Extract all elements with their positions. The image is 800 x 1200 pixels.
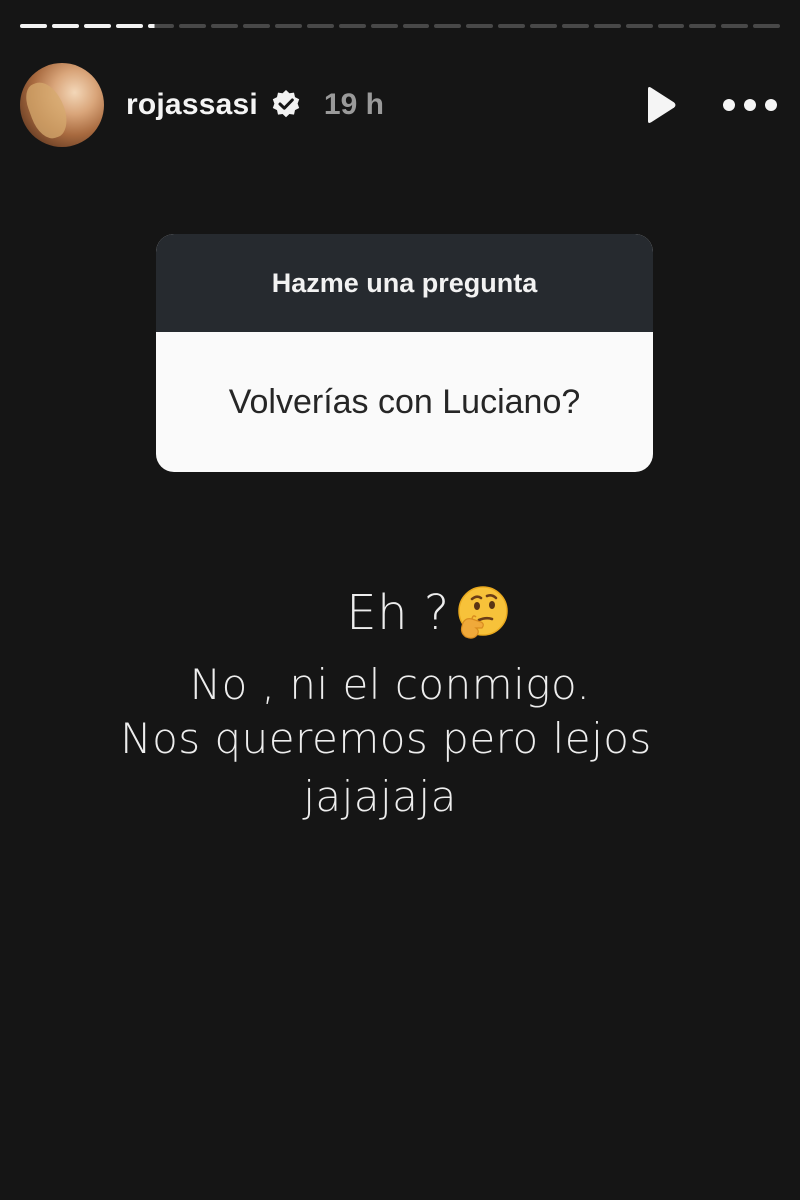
progress-segment — [402, 24, 430, 28]
progress-segment — [338, 24, 366, 28]
progress-segment — [593, 24, 621, 28]
play-icon[interactable] — [638, 83, 682, 127]
progress-segment — [434, 24, 462, 28]
progress-segment — [466, 24, 494, 28]
thinking-face-emoji-icon — [452, 584, 510, 642]
progress-segment — [211, 24, 239, 28]
progress-segment — [306, 24, 334, 28]
progress-segment — [753, 24, 780, 28]
reply-line-3: Nos queremos pero lejos — [120, 714, 652, 763]
progress-segment — [115, 24, 143, 28]
progress-segment — [721, 24, 749, 28]
verified-badge-icon — [270, 89, 302, 121]
story-progress-bar — [20, 24, 780, 30]
progress-segment — [625, 24, 653, 28]
profile-avatar[interactable] — [20, 63, 104, 147]
question-sticker-question: Volverías con Luciano? — [228, 382, 581, 421]
progress-segment — [147, 24, 175, 28]
progress-segment — [689, 24, 717, 28]
question-sticker[interactable]: Hazme una pregunta Volverías con Luciano… — [156, 234, 653, 472]
story-viewer[interactable]: rojassasi 19 h Hazme una pregunta Volver… — [0, 0, 800, 1200]
story-timestamp: 19 h — [323, 88, 384, 121]
progress-segment — [179, 24, 207, 28]
progress-segment — [275, 24, 302, 28]
question-sticker-prompt: Hazme una pregunta — [156, 234, 653, 332]
progress-segment — [51, 24, 79, 28]
progress-segment — [20, 24, 47, 28]
progress-segment — [498, 24, 525, 28]
reply-line-4: jajajaja — [303, 772, 457, 821]
more-options-icon[interactable] — [720, 83, 780, 127]
progress-segment — [370, 24, 398, 28]
reply-text-1: Eh ? — [346, 585, 450, 641]
progress-segment — [243, 24, 270, 28]
story-header: rojassasi 19 h — [20, 60, 780, 150]
progress-segment — [657, 24, 685, 28]
progress-segment — [561, 24, 589, 28]
reply-line-1: Eh ? — [28, 578, 800, 648]
progress-segment — [530, 24, 557, 28]
progress-segment — [83, 24, 111, 28]
reply-line-2: No , ni el conmigo. — [189, 660, 591, 709]
username[interactable]: rojassasi — [126, 88, 258, 122]
